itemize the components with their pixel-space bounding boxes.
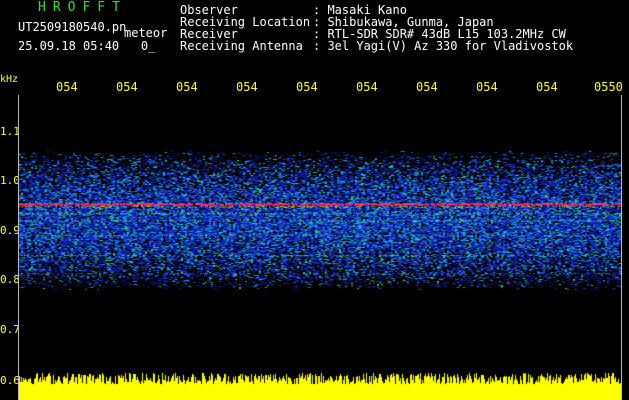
x-tick: 054 [116,80,138,94]
x-tick: 054 [56,80,78,94]
meta-value: 3el Yagi(V) Az 330 for Vladivostok [327,39,574,53]
y-tick: 0.9 [0,224,20,237]
y-tick: 0.7 [0,323,20,336]
y-tick: 1.1 [0,125,20,138]
detection-type: meteor [124,26,168,40]
signal-strength-bar [19,369,621,400]
date-time: 25.09.18 05:40 0_ [18,39,156,53]
app-brand: HROFFT [38,0,127,15]
y-tick: 0.8 [0,273,20,286]
meta-label: Receiving Antenna [180,39,303,53]
y-unit-label: kHz [0,74,19,85]
x-tick: 054 [236,80,258,94]
station-info: Observer: Masaki Kano Receiving Location… [180,4,573,64]
x-tick: 0550 [594,80,623,94]
meta-row-antenna: Receiving Antenna: 3el Yagi(V) Az 330 fo… [180,39,574,53]
y-tick: 1.0 [0,174,20,187]
x-tick: 054 [176,80,198,94]
x-tick: 054 [536,80,558,94]
x-tick: 054 [416,80,438,94]
file-name: UT2509180540.pn [18,20,127,34]
spectrogram [19,95,621,400]
x-tick: 054 [296,80,318,94]
x-tick: 054 [356,80,378,94]
y-tick: 0.6 [0,374,20,387]
x-tick: 054 [476,80,498,94]
